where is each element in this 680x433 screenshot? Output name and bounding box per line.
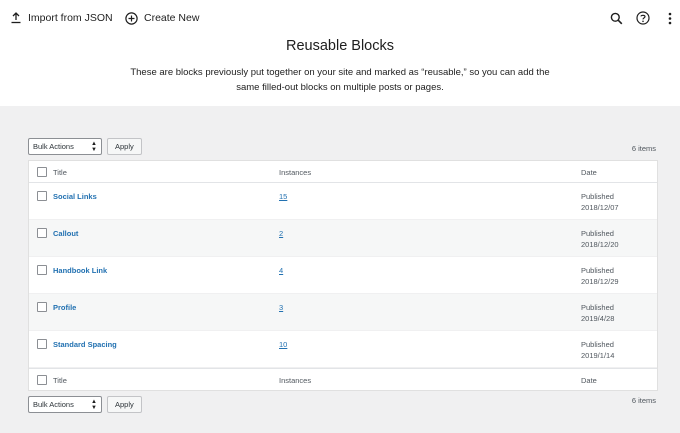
row-checkbox[interactable]: [37, 265, 47, 275]
table-row: Handbook Link 4 Published 2018/12/29: [29, 257, 657, 294]
more-options-button[interactable]: [660, 8, 680, 28]
date-cell: Published 2019/1/14: [581, 339, 614, 361]
create-new-label: Create New: [144, 12, 200, 24]
row-checkbox[interactable]: [37, 339, 47, 349]
column-date[interactable]: Date: [581, 168, 597, 177]
top-bar: Import from JSON Create New Reusable Blo…: [0, 0, 680, 106]
column-title[interactable]: Title: [53, 168, 67, 177]
date-cell: Published 2018/12/20: [581, 228, 619, 250]
search-button[interactable]: [606, 8, 626, 28]
row-checkbox[interactable]: [37, 191, 47, 201]
table-row: Standard Spacing 10 Published 2019/1/14: [29, 331, 657, 368]
date-value: 2018/12/29: [581, 277, 619, 286]
help-icon: [636, 11, 650, 25]
date-cell: Published 2018/12/07: [581, 191, 619, 213]
plus-circle-icon: [125, 11, 138, 25]
table-footer-row: Title Instances Date: [29, 368, 657, 390]
search-icon: [610, 12, 622, 24]
bulk-actions-select-value: Bulk Actions: [33, 400, 74, 409]
status-label: Published: [581, 229, 614, 238]
row-checkbox[interactable]: [37, 228, 47, 238]
block-title-link[interactable]: Profile: [53, 303, 76, 312]
page-title: Reusable Blocks: [286, 38, 394, 54]
bulk-actions-bottom: Bulk Actions ▲ ▼ Apply: [28, 396, 142, 413]
import-json-label: Import from JSON: [28, 12, 113, 24]
instances-link[interactable]: 15: [279, 192, 287, 201]
table-row: Social Links 15 Published 2018/12/07: [29, 183, 657, 220]
item-count: 6 items: [631, 144, 656, 153]
bulk-actions-select-bottom[interactable]: Bulk Actions ▲ ▼: [28, 396, 102, 413]
date-cell: Published 2018/12/29: [581, 265, 619, 287]
column-title-footer[interactable]: Title: [53, 376, 67, 385]
page-description: These are blocks previously put together…: [130, 67, 550, 93]
table-row: Profile 3 Published 2019/4/28: [29, 294, 657, 331]
select-arrows-icon: ▲ ▼: [91, 141, 97, 153]
date-cell: Published 2019/4/28: [581, 302, 614, 324]
instances-link[interactable]: 2: [279, 229, 283, 238]
column-instances[interactable]: Instances: [279, 168, 311, 177]
status-label: Published: [581, 303, 614, 312]
date-value: 2018/12/07: [581, 203, 619, 212]
upload-icon: [11, 12, 21, 24]
status-label: Published: [581, 192, 614, 201]
status-label: Published: [581, 266, 614, 275]
date-value: 2019/1/14: [581, 351, 615, 360]
item-count-bottom: 6 items: [631, 396, 656, 405]
column-date-footer[interactable]: Date: [581, 376, 597, 385]
instances-link[interactable]: 4: [279, 266, 283, 275]
column-instances-footer[interactable]: Instances: [279, 376, 311, 385]
select-all-checkbox-footer[interactable]: [37, 375, 47, 385]
instances-link[interactable]: 10: [279, 340, 287, 349]
date-value: 2019/4/28: [581, 314, 615, 323]
select-all-checkbox[interactable]: [37, 167, 47, 177]
apply-button-bottom[interactable]: Apply: [107, 396, 142, 413]
row-checkbox[interactable]: [37, 302, 47, 312]
status-label: Published: [581, 340, 614, 349]
help-button[interactable]: [633, 8, 653, 28]
bulk-actions-select-value: Bulk Actions: [33, 142, 74, 151]
block-title-link[interactable]: Social Links: [53, 192, 97, 201]
date-value: 2018/12/20: [581, 240, 619, 249]
bulk-actions-top: Bulk Actions ▲ ▼ Apply: [28, 138, 142, 155]
import-json-button[interactable]: Import from JSON: [10, 8, 113, 28]
reusable-blocks-table: Title Instances Date Social Links 15 Pub…: [28, 160, 658, 391]
more-vertical-icon: [668, 12, 672, 24]
table-header-row: Title Instances Date: [29, 161, 657, 183]
select-arrows-icon: ▲ ▼: [91, 399, 97, 411]
bulk-actions-select[interactable]: Bulk Actions ▲ ▼: [28, 138, 102, 155]
table-row: Callout 2 Published 2018/12/20: [29, 220, 657, 257]
block-title-link[interactable]: Callout: [53, 229, 78, 238]
block-title-link[interactable]: Handbook Link: [53, 266, 107, 275]
block-title-link[interactable]: Standard Spacing: [53, 340, 117, 349]
instances-link[interactable]: 3: [279, 303, 283, 312]
apply-button[interactable]: Apply: [107, 138, 142, 155]
create-new-button[interactable]: Create New: [125, 8, 199, 28]
